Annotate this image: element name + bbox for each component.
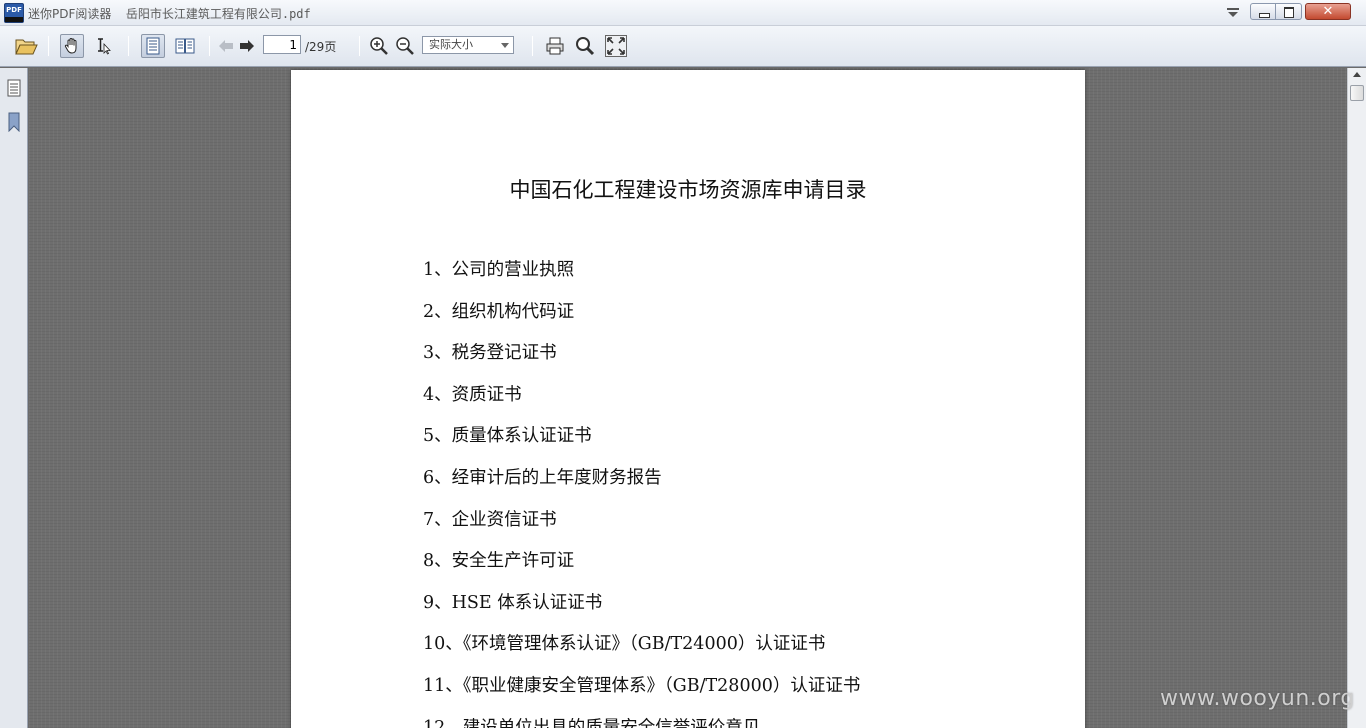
scroll-up-arrow-icon[interactable]: [1353, 72, 1361, 77]
list-item: 4、资质证书: [423, 384, 522, 405]
hand-icon: [64, 37, 77, 54]
vertical-scrollbar[interactable]: [1347, 68, 1366, 728]
list-item: 12、建设单位出具的质量安全信誉评价意见: [423, 717, 761, 728]
list-item: 9、HSE 体系认证证书: [423, 592, 603, 613]
scrollbar-thumb[interactable]: [1350, 85, 1364, 101]
zoom-level-select[interactable]: 实际大小: [422, 36, 514, 54]
bookmark-icon[interactable]: [6, 112, 22, 132]
thumbnails-icon[interactable]: [6, 78, 22, 98]
search-icon: [576, 37, 595, 56]
window-title: 迷你PDF阅读器 岳阳市长江建筑工程有限公司.pdf: [28, 5, 311, 22]
next-page-button[interactable]: [235, 34, 259, 58]
app-name: 迷你PDF阅读器: [28, 7, 112, 21]
page-total-label: /29页: [305, 40, 337, 54]
single-page-view-button[interactable]: [141, 34, 165, 58]
maximize-button[interactable]: [1276, 3, 1302, 20]
minimize-button[interactable]: [1250, 3, 1276, 20]
list-item: 11、《职业健康安全管理体系》（GB/T28000）认证证书: [423, 675, 861, 696]
document-title: 中国石化工程建设市场资源库申请目录: [509, 178, 867, 202]
arrow-left-icon: [219, 40, 233, 52]
pdf-app-icon: PDF: [4, 3, 24, 23]
left-sidebar: [0, 68, 28, 728]
list-item: 7、企业资信证书: [423, 509, 557, 530]
pdf-page: 中国石化工程建设市场资源库申请目录 1、公司的营业执照 2、组织机构代码证 3、…: [291, 70, 1085, 728]
close-icon: ✕: [1322, 4, 1334, 19]
list-item: 2、组织机构代码证: [423, 301, 575, 322]
zoom-level-value: 实际大小: [429, 38, 473, 51]
title-bar: PDF 迷你PDF阅读器 岳阳市长江建筑工程有限公司.pdf ✕: [0, 0, 1366, 26]
list-item: 8、安全生产许可证: [423, 551, 575, 572]
zoom-out-button[interactable]: [393, 34, 417, 58]
list-item: 10、《环境管理体系认证》（GB/T24000）认证证书: [423, 634, 826, 655]
list-item: 6、经审计后的上年度财务报告: [423, 467, 662, 488]
zoom-in-button[interactable]: [367, 34, 391, 58]
app-icon-label: PDF: [6, 6, 22, 14]
toolbar: /29页 实际大小: [0, 26, 1366, 67]
arrow-right-icon: [240, 40, 254, 52]
fullscreen-button[interactable]: [604, 34, 628, 58]
folder-open-icon: [15, 39, 38, 55]
page-number-input[interactable]: [263, 35, 301, 54]
print-button[interactable]: [543, 34, 567, 58]
list-item: 1、公司的营业执照: [423, 260, 575, 280]
close-button[interactable]: ✕: [1305, 3, 1351, 20]
menu-dropdown-icon[interactable]: [1226, 7, 1240, 19]
file-name: 岳阳市长江建筑工程有限公司.pdf: [125, 7, 311, 21]
zoom-in-icon: [370, 37, 388, 55]
text-cursor-icon: [98, 38, 111, 55]
printer-icon: [546, 37, 564, 55]
search-button[interactable]: [573, 34, 597, 58]
document-list: 1、公司的营业执照 2、组织机构代码证 3、税务登记证书 4、资质证书 5、质量…: [423, 258, 860, 728]
zoom-out-icon: [396, 37, 414, 55]
two-page-view-button[interactable]: [173, 34, 197, 58]
open-file-button[interactable]: [14, 34, 38, 58]
chevron-down-icon: [501, 43, 509, 48]
watermark: www.wooyun.org: [1160, 686, 1355, 711]
document-viewer[interactable]: 中国石化工程建设市场资源库申请目录 1、公司的营业执照 2、组织机构代码证 3、…: [29, 68, 1347, 728]
text-select-tool-button[interactable]: [92, 34, 116, 58]
list-item: 3、税务登记证书: [423, 343, 557, 364]
fullscreen-icon: [605, 35, 627, 57]
single-page-icon: [146, 37, 160, 55]
two-page-icon: [175, 38, 195, 54]
hand-tool-button[interactable]: [60, 34, 84, 58]
list-item: 5、质量体系认证证书: [423, 426, 592, 447]
